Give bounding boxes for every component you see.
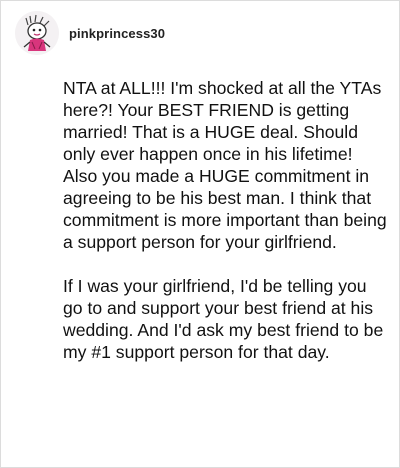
username[interactable]: pinkprincess30 — [69, 26, 165, 41]
comment-header: pinkprincess30 — [15, 11, 165, 55]
comment-paragraph-1: NTA at ALL!!! I'm shocked at all the YTA… — [63, 78, 387, 252]
drawn-figure-avatar-icon[interactable] — [15, 11, 59, 55]
comment-body: NTA at ALL!!! I'm shocked at all the YTA… — [63, 77, 389, 385]
comment-paragraph-2: If I was your girlfriend, I'd be telling… — [63, 276, 384, 362]
comment-card: pinkprincess30 NTA at ALL!!! I'm shocked… — [0, 0, 400, 468]
